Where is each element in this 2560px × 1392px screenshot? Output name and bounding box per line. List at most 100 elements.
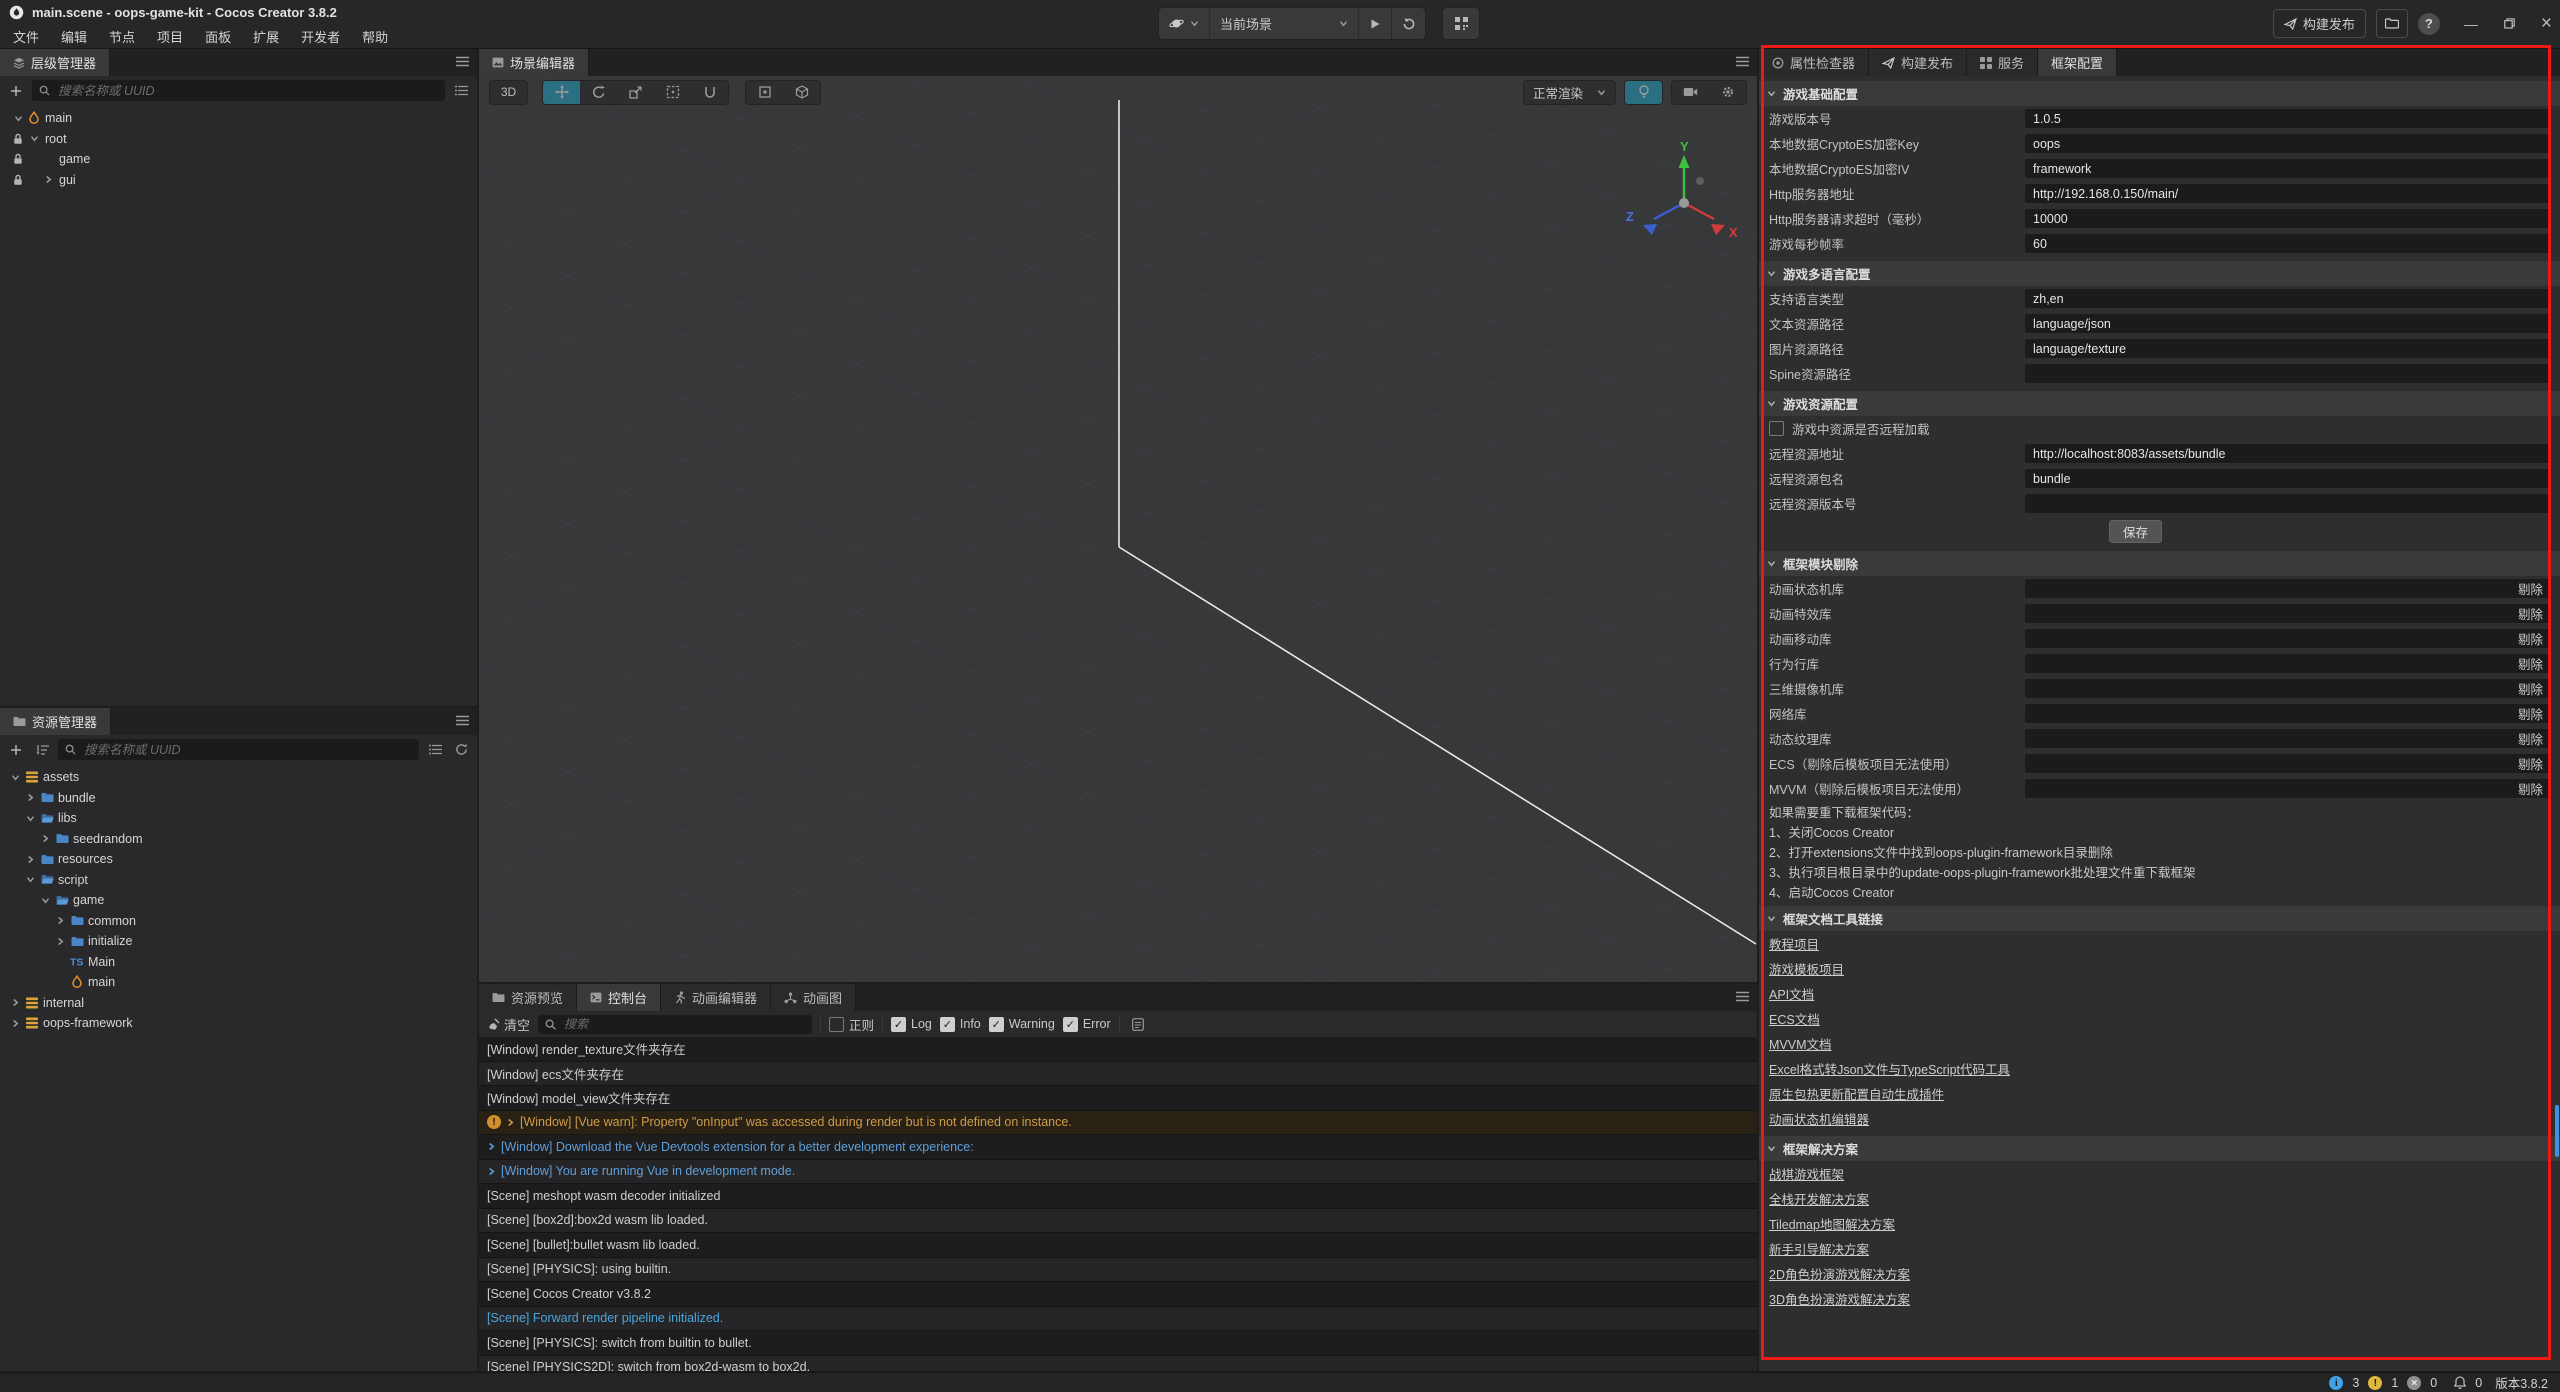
console-message-1[interactable]: [Window] ecs文件夹存在: [479, 1062, 1757, 1087]
tab-assets[interactable]: 资源管理器: [0, 708, 111, 735]
hierarchy-node-root[interactable]: root: [0, 129, 477, 150]
menu-5[interactable]: 扩展: [242, 27, 290, 46]
hierarchy-search-input[interactable]: [56, 83, 438, 99]
help-button[interactable]: ?: [2418, 13, 2440, 35]
chevron-down-icon[interactable]: [41, 896, 50, 905]
field-input-1-3[interactable]: [2025, 364, 2551, 383]
bell-icon[interactable]: [2454, 1376, 2466, 1389]
console-message-2[interactable]: [Window] model_view文件夹存在: [479, 1086, 1757, 1111]
inspector-tab-0[interactable]: 属性检查器: [1759, 49, 1869, 76]
remove-module-button-1[interactable]: 剔除: [2518, 604, 2543, 623]
tab-hierarchy[interactable]: 层级管理器: [0, 49, 110, 76]
asset-node-resources[interactable]: resources: [0, 849, 477, 870]
hierarchy-filter-icon[interactable]: [451, 81, 471, 101]
maximize-button[interactable]: [2504, 16, 2515, 32]
console-clear-button[interactable]: 清空: [487, 1015, 530, 1034]
doc-link-4-3[interactable]: ECS文档: [1769, 1009, 1820, 1028]
inspector-scrollbar-thumb[interactable]: [2555, 1105, 2559, 1157]
asset-node-main[interactable]: main: [0, 972, 477, 993]
doc-link-4-4[interactable]: MVVM文档: [1769, 1034, 1832, 1053]
lighting-toggle-button[interactable]: [1624, 80, 1663, 105]
scene-menu-icon[interactable]: [1736, 56, 1749, 67]
remove-module-button-3[interactable]: 剔除: [2518, 654, 2543, 673]
asset-node-seedrandom[interactable]: seedrandom: [0, 829, 477, 850]
doc-link-5-0[interactable]: 战棋游戏框架: [1769, 1164, 1844, 1183]
console-collapse-icon[interactable]: [1128, 1014, 1148, 1034]
field-input-1-1[interactable]: language/json: [2025, 314, 2551, 333]
info-count-icon[interactable]: i: [2329, 1376, 2343, 1390]
doc-link-5-2[interactable]: Tiledmap地图解决方案: [1769, 1214, 1895, 1233]
remove-module-button-4[interactable]: 剔除: [2518, 679, 2543, 698]
console-message-0[interactable]: [Window] render_texture文件夹存在: [479, 1037, 1757, 1062]
open-project-folder-button[interactable]: [2376, 9, 2408, 38]
field-input-1-0[interactable]: zh,en: [2025, 289, 2551, 308]
pivot-button[interactable]: [746, 81, 783, 104]
field-input-2-1[interactable]: bundle: [2025, 469, 2551, 488]
chevron-right-icon[interactable]: [56, 916, 65, 925]
scale-tool-button[interactable]: [617, 81, 654, 104]
chevron-down-icon[interactable]: [14, 114, 23, 123]
assets-filter-icon[interactable]: [425, 740, 445, 760]
warning-count-icon[interactable]: !: [2368, 1376, 2382, 1390]
field-input-2-2[interactable]: [2025, 494, 2551, 513]
field-input-0-1[interactable]: oops: [2025, 134, 2551, 153]
restart-button[interactable]: [1392, 8, 1425, 39]
chevron-right-icon[interactable]: [11, 998, 20, 1007]
error-count-icon[interactable]: ×: [2407, 1376, 2421, 1390]
doc-link-4-2[interactable]: API文档: [1769, 984, 1814, 1003]
remove-module-button-6[interactable]: 剔除: [2518, 729, 2543, 748]
remove-module-button-0[interactable]: 剔除: [2518, 579, 2543, 598]
doc-link-5-1[interactable]: 全栈开发解决方案: [1769, 1189, 1869, 1208]
doc-link-5-3[interactable]: 新手引导解决方案: [1769, 1239, 1869, 1258]
console-message-5[interactable]: [Window] You are running Vue in developm…: [479, 1160, 1757, 1185]
console-message-8[interactable]: [Scene] [bullet]:bullet wasm lib loaded.: [479, 1233, 1757, 1258]
doc-link-4-1[interactable]: 游戏模板项目: [1769, 959, 1844, 978]
menu-4[interactable]: 面板: [194, 27, 242, 46]
asset-node-oops-framework[interactable]: oops-framework: [0, 1013, 477, 1034]
chevron-right-icon[interactable]: [26, 855, 35, 864]
expand-icon[interactable]: [487, 1167, 496, 1176]
doc-link-4-6[interactable]: 原生包热更新配置自动生成插件: [1769, 1084, 1944, 1103]
menu-1[interactable]: 编辑: [50, 27, 98, 46]
menu-2[interactable]: 节点: [98, 27, 146, 46]
scene-camera-button[interactable]: [1672, 81, 1709, 104]
hierarchy-node-main[interactable]: main: [0, 108, 477, 129]
doc-link-5-4[interactable]: 2D角色扮演游戏解决方案: [1769, 1264, 1910, 1283]
close-button[interactable]: ×: [2541, 13, 2552, 35]
scene-select-dropdown[interactable]: 当前场景: [1210, 8, 1359, 39]
build-publish-button[interactable]: 构建发布: [2273, 9, 2366, 38]
play-button[interactable]: [1359, 8, 1392, 39]
expand-icon[interactable]: [487, 1142, 496, 1151]
field-input-0-5[interactable]: 60: [2025, 234, 2551, 253]
filter-warning-checkbox[interactable]: ✓Warning: [989, 1017, 1055, 1032]
rect-tool-button[interactable]: [654, 81, 691, 104]
console-message-10[interactable]: [Scene] Cocos Creator v3.8.2: [479, 1282, 1757, 1307]
tab-console-资源预览[interactable]: 资源预览: [479, 984, 577, 1011]
chevron-right-icon[interactable]: [44, 175, 53, 184]
field-input-0-2[interactable]: framework: [2025, 159, 2551, 178]
add-asset-button[interactable]: [6, 740, 26, 760]
chevron-right-icon[interactable]: [41, 834, 50, 843]
section-header-1[interactable]: 游戏多语言配置: [1759, 261, 2560, 286]
asset-node-script[interactable]: script: [0, 870, 477, 891]
field-input-0-3[interactable]: http://192.168.0.150/main/: [2025, 184, 2551, 203]
console-search-input[interactable]: [562, 1016, 805, 1032]
asset-node-libs[interactable]: libs: [0, 808, 477, 829]
chevron-down-icon[interactable]: [30, 134, 39, 143]
console-message-4[interactable]: [Window] Download the Vue Devtools exten…: [479, 1135, 1757, 1160]
field-input-0-0[interactable]: 1.0.5: [2025, 109, 2551, 128]
rotate-tool-button[interactable]: [580, 81, 617, 104]
menu-0[interactable]: 文件: [2, 27, 50, 46]
console-message-6[interactable]: [Scene] meshopt wasm decoder initialized: [479, 1184, 1757, 1209]
section-header-2[interactable]: 游戏资源配置: [1759, 391, 2560, 416]
section-header-3[interactable]: 框架模块剔除: [1759, 551, 2560, 576]
menu-3[interactable]: 项目: [146, 27, 194, 46]
inspector-tab-1[interactable]: 构建发布: [1869, 49, 1967, 76]
section-header-5[interactable]: 框架解决方案: [1759, 1136, 2560, 1161]
field-input-1-2[interactable]: language/texture: [2025, 339, 2551, 358]
render-mode-dropdown[interactable]: 正常渲染: [1523, 80, 1616, 105]
tab-scene-editor[interactable]: 场景编辑器: [479, 49, 589, 76]
doc-link-4-7[interactable]: 动画状态机编辑器: [1769, 1109, 1869, 1128]
doc-link-4-5[interactable]: Excel格式转Json文件与TypeScript代码工具: [1769, 1059, 2010, 1078]
remote-load-checkbox[interactable]: [1769, 421, 1784, 436]
